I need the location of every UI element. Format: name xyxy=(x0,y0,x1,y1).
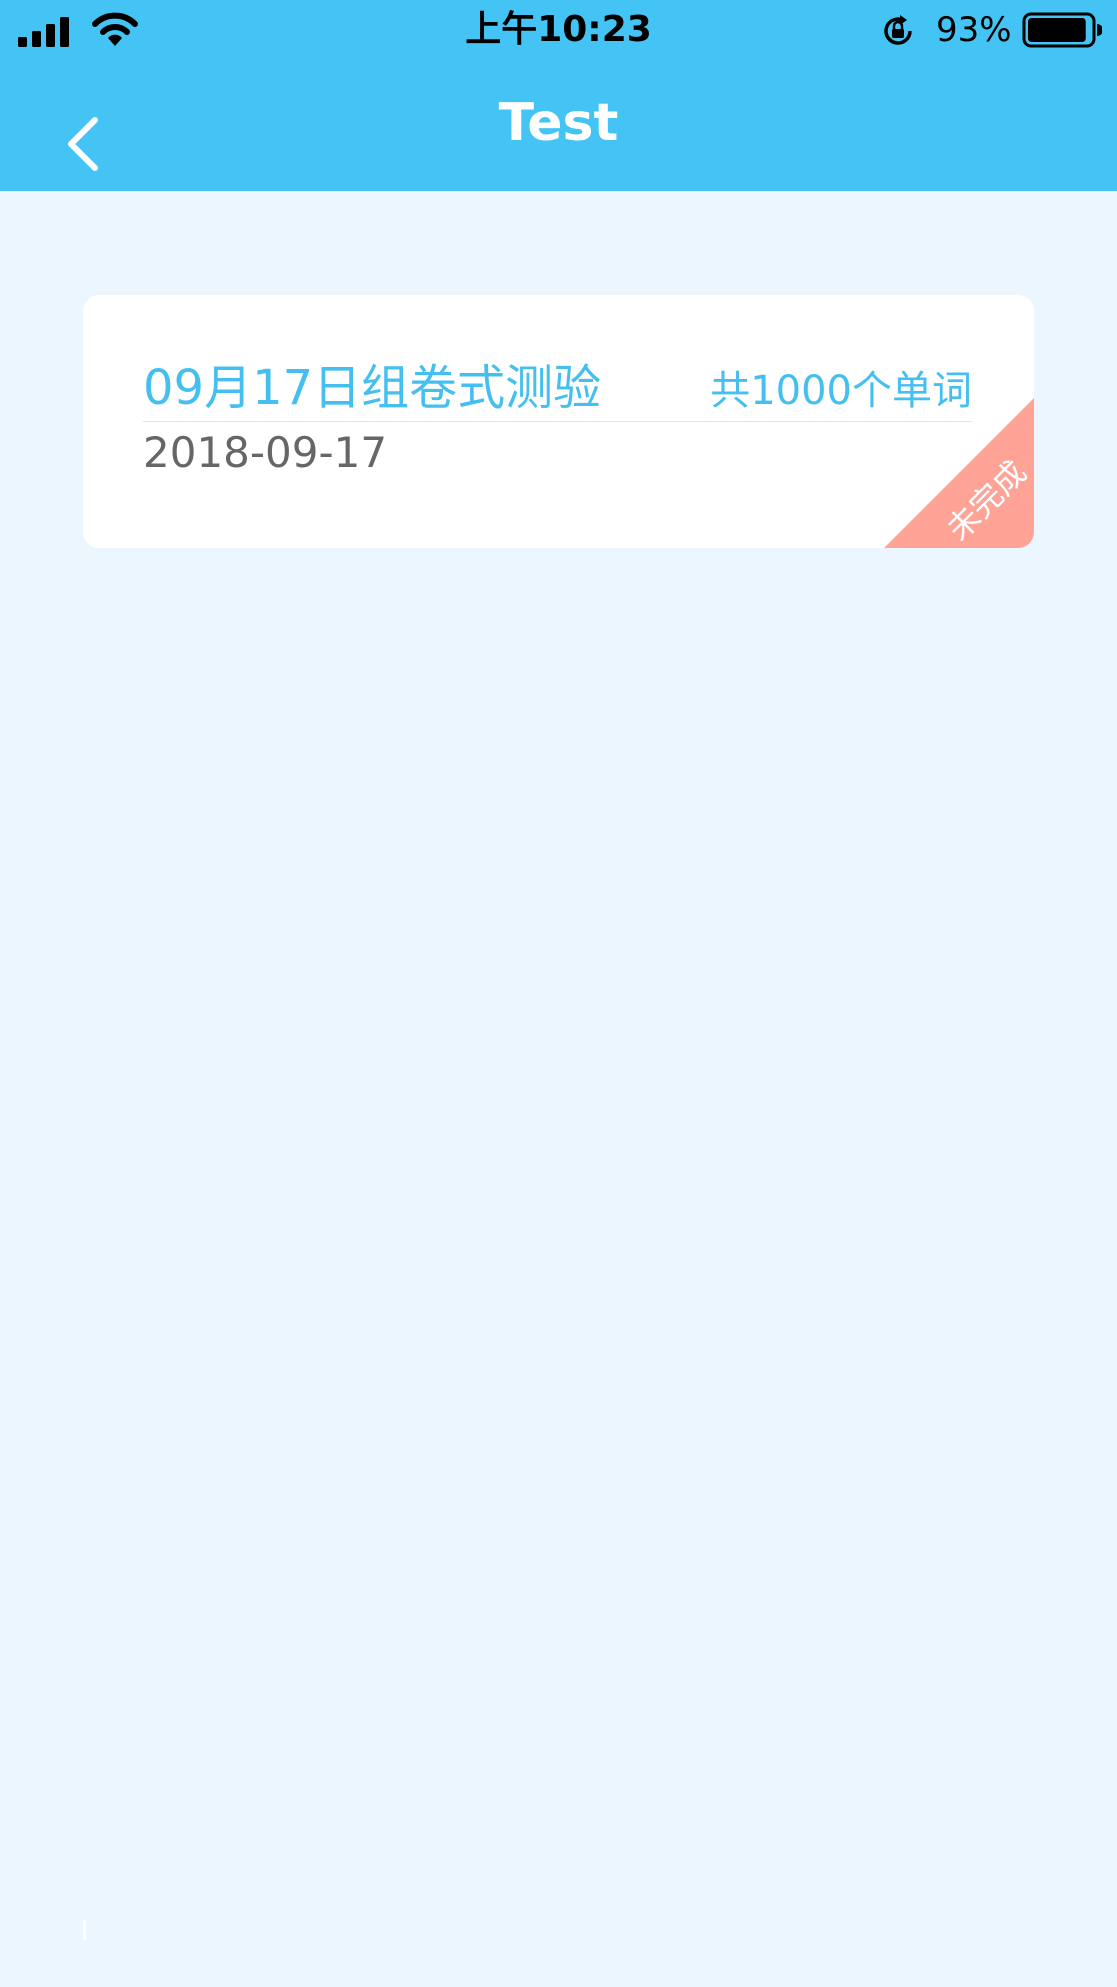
status-bar: 上午10:23 93% xyxy=(0,0,1117,60)
page-title: Test xyxy=(498,93,619,153)
nav-bar: Test xyxy=(0,60,1117,191)
home-indicator xyxy=(83,1920,86,1940)
quiz-card[interactable]: 09月17日组卷式测验 共1000个单词 2018-09-17 未完成 xyxy=(83,295,1034,548)
battery-percent: 93% xyxy=(936,10,1012,50)
card-divider xyxy=(143,421,972,422)
rotation-lock-icon xyxy=(884,15,912,45)
battery-icon xyxy=(1022,12,1102,48)
status-ribbon: 未完成 xyxy=(884,398,1034,548)
header: 上午10:23 93% Test xyxy=(0,0,1117,191)
quiz-title: 09月17日组卷式测验 xyxy=(143,360,602,416)
quiz-date: 2018-09-17 xyxy=(143,428,388,477)
